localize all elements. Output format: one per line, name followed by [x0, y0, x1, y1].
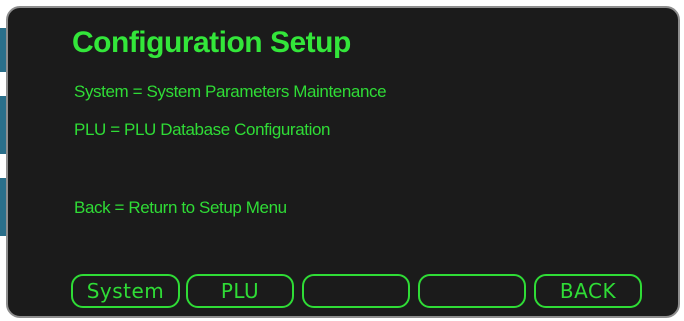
- device-frame: Configuration Setup System = System Para…: [0, 0, 684, 321]
- back-button[interactable]: BACK: [534, 274, 642, 308]
- plu-button[interactable]: PLU: [186, 274, 294, 308]
- softkey-4-button[interactable]: [418, 274, 526, 308]
- display-screen: Configuration Setup System = System Para…: [6, 6, 680, 318]
- softkey-bar: System PLU BACK: [71, 274, 651, 308]
- system-button[interactable]: System: [71, 274, 180, 308]
- help-line-back: Back = Return to Setup Menu: [74, 198, 287, 217]
- softkey-3-button[interactable]: [302, 274, 410, 308]
- page-title: Configuration Setup: [72, 26, 351, 59]
- help-line-system: System = System Parameters Maintenance: [74, 82, 387, 101]
- help-line-plu: PLU = PLU Database Configuration: [74, 120, 331, 139]
